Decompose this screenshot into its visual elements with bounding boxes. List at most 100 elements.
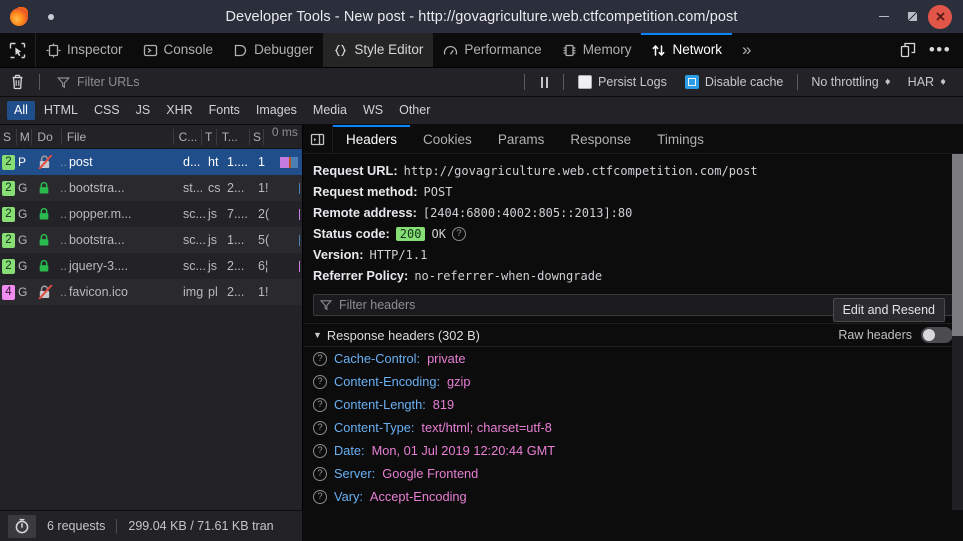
filter-urls-placeholder: Filter URLs (77, 75, 140, 89)
header-row[interactable]: ? Server: Google Frontend (303, 462, 963, 485)
header-help-icon[interactable]: ? (313, 374, 327, 389)
details-scrollbar[interactable] (952, 154, 963, 510)
tab-style-editor[interactable]: Style Editor (323, 33, 434, 67)
summary-request-url: Request URL: http://govagriculture.web.c… (303, 160, 963, 181)
edit-and-resend-button[interactable]: Edit and Resend (832, 298, 945, 322)
column-header-status[interactable]: S (0, 128, 17, 145)
header-help-icon[interactable]: ? (313, 397, 327, 412)
header-value: private (427, 351, 466, 366)
summary-referrer-policy-key: Referrer Policy: (313, 268, 409, 283)
column-header-size[interactable]: S (250, 128, 264, 145)
element-picker-button[interactable] (0, 33, 36, 67)
column-header-cause[interactable]: C... (174, 128, 202, 145)
table-row[interactable]: 2 G.. bootstra... st... cs 2... 1! (0, 175, 302, 201)
summary-request-url-value: http://govagriculture.web.ctfcompetition… (403, 163, 758, 178)
performance-analysis-button[interactable] (8, 514, 36, 538)
tab-inspector[interactable]: Inspector (36, 33, 133, 67)
column-header-waterfall[interactable]: 0 ms (264, 124, 302, 150)
header-help-icon[interactable]: ? (313, 351, 327, 366)
header-row[interactable]: ? Vary: Accept-Encoding (303, 485, 963, 508)
header-help-icon[interactable]: ? (313, 489, 327, 504)
row-cause: sc... (183, 207, 206, 221)
column-header-domain[interactable]: Do (32, 128, 62, 145)
pause-requests-button[interactable] (530, 76, 558, 88)
filter-pill-other[interactable]: Other (392, 101, 437, 120)
raw-headers-toggle[interactable] (921, 327, 953, 343)
table-row[interactable]: 2 G.. popper.m... sc... js 7.... 2( (0, 201, 302, 227)
row-waterfall (280, 175, 302, 201)
disable-cache-checkbox[interactable]: Disable cache (676, 75, 793, 89)
table-row[interactable]: 2 G.. bootstra... sc... js 1... 5( (0, 227, 302, 253)
row-waterfall (280, 279, 302, 305)
filter-pill-ws[interactable]: WS (356, 101, 390, 120)
header-row[interactable]: ? Cache-Control: private (303, 347, 963, 370)
har-dropdown[interactable]: HAR ▲ ▼ (900, 75, 955, 89)
status-code-help-icon[interactable]: ? (451, 226, 466, 241)
summary-version-value: HTTP/1.1 (369, 247, 428, 262)
row-transferred: 2... (227, 181, 245, 195)
filter-pill-fonts[interactable]: Fonts (202, 101, 247, 120)
header-row[interactable]: ? Content-Encoding: gzip (303, 370, 963, 393)
tab-performance[interactable]: Performance (433, 33, 551, 67)
debugger-icon (234, 44, 247, 56)
details-scrollbar-thumb[interactable] (952, 154, 963, 336)
filter-pill-media[interactable]: Media (306, 101, 354, 120)
filter-pill-images[interactable]: Images (249, 101, 304, 120)
lock-closed-icon (33, 181, 55, 195)
row-cause: sc... (183, 233, 206, 247)
tab-params[interactable]: Params (485, 125, 558, 153)
chevron-updown-icon-har: ▲ ▼ (939, 76, 947, 87)
maximize-button[interactable] (900, 5, 924, 29)
status-badge: 4 (2, 284, 15, 300)
minimize-button[interactable] (872, 5, 896, 29)
filter-pill-xhr[interactable]: XHR (159, 101, 199, 120)
filter-pill-all[interactable]: All (7, 101, 35, 120)
filter-urls-input[interactable]: Filter URLs (51, 72, 513, 93)
header-help-icon[interactable]: ? (313, 466, 327, 481)
filter-pill-css[interactable]: CSS (87, 101, 127, 120)
row-method: P (18, 155, 27, 169)
clear-requests-button[interactable] (0, 74, 34, 90)
filter-pill-html[interactable]: HTML (37, 101, 85, 120)
header-row[interactable]: ? Content-Length: 819 (303, 393, 963, 416)
filter-headers-placeholder: Filter headers (339, 298, 416, 312)
tab-timings[interactable]: Timings (644, 125, 717, 153)
filter-pill-js[interactable]: JS (129, 101, 158, 120)
row-status: 4 (0, 284, 17, 300)
toolbox-overflow-button[interactable]: » (732, 33, 761, 67)
persist-logs-checkbox[interactable]: Persist Logs (569, 75, 676, 89)
header-row[interactable]: ? Content-Type: text/html; charset=utf-8 (303, 416, 963, 439)
tab-headers[interactable]: Headers (333, 125, 411, 153)
tab-memory[interactable]: Memory (552, 33, 642, 67)
tab-response[interactable]: Response (557, 125, 644, 153)
table-row[interactable]: 2 P.. post d... ht 1.... 1 (0, 149, 302, 175)
column-header-type[interactable]: T (202, 128, 217, 145)
table-row[interactable]: 2 G.. jquery-3.... sc... js 2... 6¦ (0, 253, 302, 279)
throttling-dropdown[interactable]: No throttling ▲ ▼ (803, 75, 899, 89)
column-header-method[interactable]: M (17, 128, 33, 145)
header-help-icon[interactable]: ? (313, 443, 327, 458)
row-waterfall (280, 201, 302, 227)
header-row[interactable]: ? Date: Mon, 01 Jul 2019 12:20:44 GMT (303, 439, 963, 462)
tab-network[interactable]: Network (641, 33, 732, 67)
window-menu-dot-icon[interactable] (48, 13, 54, 20)
close-button[interactable] (928, 4, 952, 29)
summary-remote-address-key: Remote address: (313, 205, 417, 220)
raw-headers-control[interactable]: Raw headers (838, 327, 953, 343)
toolbar-separator-3 (563, 74, 565, 90)
column-header-file[interactable]: File (62, 128, 174, 145)
tab-cookies[interactable]: Cookies (410, 125, 485, 153)
table-row[interactable]: 4 G.. favicon.ico img pl 2... 1! (0, 279, 302, 305)
tab-debugger[interactable]: Debugger (223, 33, 323, 67)
response-headers-section-header[interactable]: ▼ Response headers (302 B) Raw headers (303, 323, 963, 347)
details-back-button[interactable] (303, 125, 333, 153)
raw-headers-toggle-knob (923, 329, 935, 341)
devtools-menu-button[interactable]: ••• (925, 35, 955, 65)
header-help-icon[interactable]: ? (313, 420, 327, 435)
responsive-design-mode-button[interactable] (893, 35, 923, 65)
row-method: G (18, 259, 28, 273)
filter-icon (57, 76, 70, 88)
column-header-transferred[interactable]: T... (217, 128, 251, 145)
tab-console[interactable]: Console (133, 33, 224, 67)
summary-request-url-key: Request URL: (313, 163, 398, 178)
